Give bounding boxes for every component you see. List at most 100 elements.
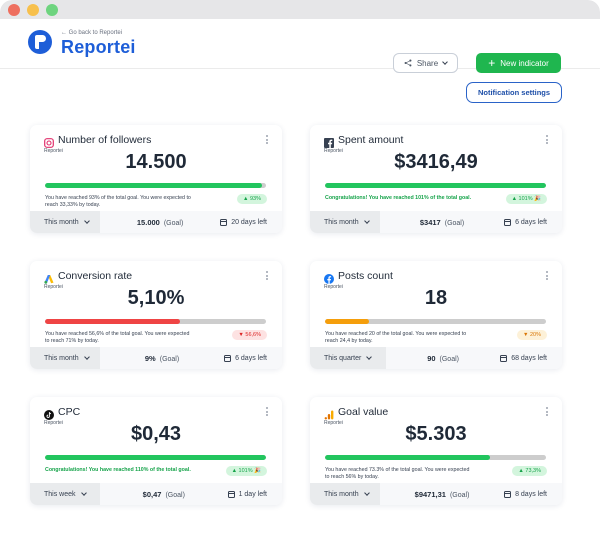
share-icon (404, 59, 412, 67)
maximize-window-button[interactable] (46, 3, 58, 16)
progress-bar (325, 183, 546, 188)
goal-info: 90 (Goal) (386, 354, 500, 363)
goal-label: (Goal) (449, 491, 470, 499)
progress-message: You have reached 73.3% of the total goal… (325, 467, 470, 480)
brand-title: Reportei (61, 37, 136, 57)
days-left-label: 1 day left (238, 490, 267, 498)
period-select[interactable]: This month (310, 211, 380, 233)
goal-value: $3417 (419, 217, 441, 227)
card-title-row: CPC (44, 406, 81, 420)
period-select[interactable]: This month (30, 347, 100, 369)
notification-settings-button[interactable]: Notification settings (466, 82, 562, 103)
goal-label: (Goal) (163, 219, 184, 227)
card-title: Number of followers (58, 134, 152, 146)
indicator-card: Goal value Reportei $5.303 You have reached… (310, 397, 562, 505)
progress-badge: ▲ 93% (237, 194, 267, 204)
card-value: $5.303 (405, 423, 467, 445)
period-label: This month (324, 218, 359, 226)
more-options-icon[interactable] (266, 271, 269, 280)
progress-fill (45, 319, 180, 324)
card-value: 5,10% (127, 287, 185, 309)
card-title: Posts count (338, 270, 393, 282)
calendar-icon (504, 218, 512, 226)
indicator-card: Posts count Reportei 18 You have reached 20… (310, 261, 562, 369)
calendar-icon (227, 490, 235, 498)
progress-fill (325, 319, 370, 324)
card-title: Conversion rate (58, 270, 133, 282)
days-left-label: 20 days left (231, 218, 267, 226)
card-title-row: Conversion rate (44, 270, 133, 284)
more-options-icon[interactable] (266, 135, 269, 144)
progress-bar (45, 319, 266, 324)
go-back-link[interactable]: ← Go back to Reportei (61, 30, 122, 36)
progress-message: You have reached 93% of the total goal. … (45, 195, 191, 208)
goal-info: 9% (Goal) (100, 354, 224, 363)
card-footer: This week $0,47 (Goal) 1 day left (30, 483, 282, 505)
share-button[interactable]: Share (393, 53, 458, 73)
indicator-card: CPC Reportei $0,43 Congratulations! You hav… (30, 397, 282, 505)
period-select[interactable]: This month (310, 483, 380, 505)
tiktok-icon (44, 407, 54, 420)
progress-badge: ▼ 20% (517, 330, 547, 340)
instagram-icon (44, 135, 54, 148)
google-analytics-icon (324, 407, 334, 420)
calendar-icon (220, 218, 228, 226)
period-select[interactable]: This week (30, 483, 100, 505)
card-footer: This month $3417 (Goal) 6 days left (310, 211, 562, 233)
goal-label: (Goal) (165, 491, 185, 499)
facebook-circle-icon (324, 271, 334, 284)
progress-message: You have reached 56,6% of the total goal… (45, 331, 190, 344)
minimize-window-button[interactable] (27, 3, 39, 16)
goal-info: $9471,31 (Goal) (380, 490, 504, 499)
goal-label: (Goal) (444, 219, 465, 227)
card-footer: This month 15.000 (Goal) 20 days left (30, 211, 282, 233)
period-label: This month (44, 354, 79, 362)
days-left: 6 days left (504, 218, 562, 226)
progress-badge: ▼ 56,6% (232, 330, 267, 340)
more-options-icon[interactable] (546, 271, 549, 280)
card-title-row: Number of followers (44, 134, 152, 148)
card-value: 18 (424, 287, 448, 309)
calendar-icon (224, 354, 232, 362)
new-indicator-label: New indicator (500, 58, 549, 68)
more-options-icon[interactable] (546, 407, 549, 416)
calendar-icon (504, 490, 512, 498)
more-options-icon[interactable] (266, 407, 269, 416)
indicator-card: Spent amount Reportei $3416,49 Congratulati… (310, 125, 562, 233)
progress-badge: ▲ 101% 🎉 (225, 466, 267, 476)
progress-fill (45, 183, 262, 188)
indicator-card: Conversion rate Reportei 5,10% You have rea… (30, 261, 282, 369)
chevron-down-icon (363, 489, 370, 496)
indicator-card: Number of followers Reportei 14.500 You hav… (30, 125, 282, 233)
facebook-square-icon (324, 135, 334, 148)
goal-info: $0,47 (Goal) (100, 490, 228, 499)
card-title: Spent amount (338, 134, 404, 146)
card-title: Goal value (338, 406, 389, 418)
card-footer: This month $9471,31 (Goal) 8 days left (310, 483, 562, 505)
days-left: 68 days left (500, 354, 562, 362)
new-indicator-button[interactable]: + New indicator (476, 53, 561, 73)
chevron-down-icon (363, 217, 370, 224)
period-select[interactable]: This quarter (310, 347, 386, 369)
progress-bar (45, 455, 266, 460)
goal-info: 15.000 (Goal) (100, 218, 220, 227)
goal-value: $9471,31 (414, 489, 446, 499)
period-label: This week (44, 490, 76, 498)
reportei-logo-icon[interactable] (28, 30, 52, 54)
progress-badge: ▲ 101% 🎉 (505, 194, 547, 204)
days-left: 6 days left (224, 354, 282, 362)
period-select[interactable]: This month (30, 211, 100, 233)
card-footer: This quarter 90 (Goal) 68 days left (310, 347, 562, 369)
period-label: This quarter (324, 354, 362, 362)
days-left-label: 6 days left (515, 218, 547, 226)
days-left: 20 days left (220, 218, 282, 226)
card-title: CPC (58, 406, 81, 418)
card-title-row: Goal value (324, 406, 389, 420)
card-value: 14.500 (125, 151, 187, 173)
period-label: This month (324, 490, 359, 498)
chevron-down-icon (83, 217, 90, 224)
days-left-label: 68 days left (511, 354, 547, 362)
more-options-icon[interactable] (546, 135, 549, 144)
close-window-button[interactable] (8, 3, 20, 16)
goal-label: (Goal) (439, 355, 459, 363)
